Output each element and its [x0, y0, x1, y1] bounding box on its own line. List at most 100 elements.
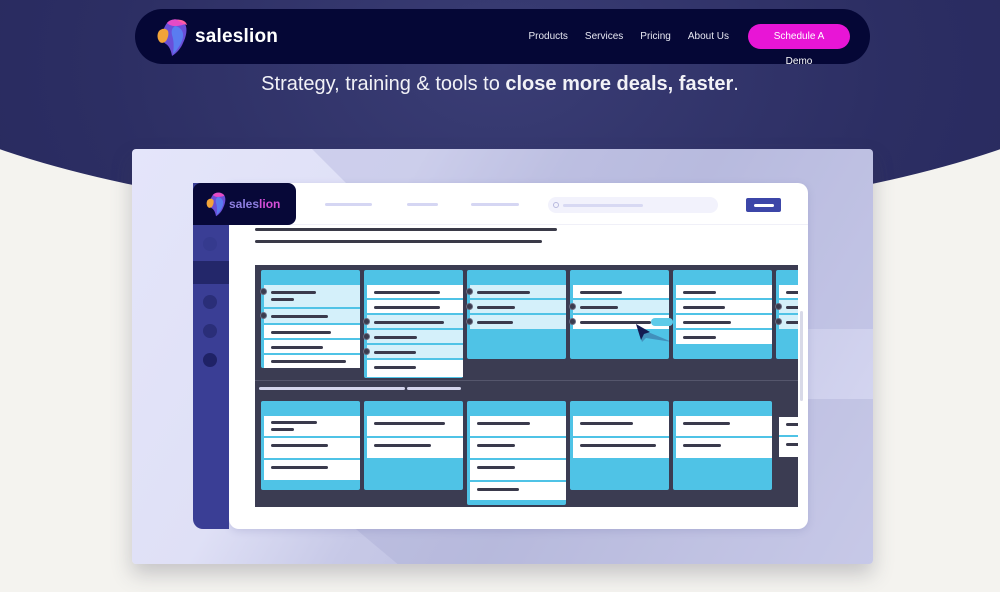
topbar-nav-item-3[interactable]: [471, 203, 519, 206]
badge-icon: [260, 312, 267, 319]
sidebar-icon-4[interactable]: [203, 353, 217, 367]
product-showcase: saleslion: [132, 149, 873, 564]
card-line: [477, 422, 530, 425]
deal-card[interactable]: [779, 285, 798, 300]
card-line: [683, 336, 716, 339]
sidebar-icon-1[interactable]: [203, 237, 217, 251]
app-logo-text-a: sales: [229, 197, 260, 211]
search-placeholder-line: [563, 203, 643, 207]
deal-card[interactable]: [367, 300, 463, 315]
deal-card[interactable]: [676, 315, 772, 330]
card-line: [374, 291, 440, 294]
brand[interactable]: saleslion: [155, 17, 278, 57]
nav-link-services[interactable]: Services: [585, 31, 623, 42]
card-line: [374, 366, 416, 369]
card-line: [786, 443, 798, 446]
button-label-line: [753, 203, 774, 207]
deal-card[interactable]: [264, 340, 360, 355]
badge-icon: [569, 303, 576, 310]
navbar: saleslion Products Services Pricing Abou…: [135, 9, 870, 67]
card-line: [786, 306, 798, 309]
tagline-bold: close more deals, faster: [505, 73, 734, 95]
search-icon: [553, 202, 559, 208]
badge-icon: [466, 318, 473, 325]
deal-card[interactable]: [264, 438, 360, 460]
card-line: [374, 321, 444, 324]
deal-card[interactable]: [569, 300, 669, 315]
card-line: [374, 444, 431, 447]
app-topbar: [229, 183, 808, 225]
badge-icon: [569, 318, 576, 325]
deal-card[interactable]: [470, 416, 566, 438]
page-subtitle-line: [255, 240, 542, 243]
deal-card[interactable]: [470, 482, 566, 502]
nav-link-products[interactable]: Products: [528, 31, 567, 42]
card-line: [683, 444, 721, 447]
app-window: [229, 183, 808, 529]
pipeline-column: [260, 270, 360, 368]
deal-card[interactable]: [775, 300, 798, 315]
deal-card[interactable]: [264, 355, 360, 368]
deal-card[interactable]: [775, 315, 798, 329]
app-logo-text-b: lion: [259, 197, 281, 211]
deal-card[interactable]: [466, 300, 566, 315]
nav-link-pricing[interactable]: Pricing: [640, 31, 671, 42]
deal-card[interactable]: [367, 416, 463, 438]
deal-card[interactable]: [363, 315, 463, 330]
tagline-prefix: Strategy, training & tools to: [261, 73, 506, 95]
topbar-nav-item-1[interactable]: [325, 203, 372, 206]
deal-card[interactable]: [779, 417, 798, 437]
deal-card[interactable]: [367, 360, 463, 377]
deal-card[interactable]: [676, 285, 772, 300]
deal-card[interactable]: [676, 300, 772, 315]
deal-card[interactable]: [676, 416, 772, 438]
deal-card[interactable]: [779, 437, 798, 457]
pipeline-column: [570, 401, 669, 490]
deal-card[interactable]: [367, 438, 463, 458]
deal-card[interactable]: [260, 285, 360, 309]
pipeline-column: [673, 270, 772, 359]
pipeline-column: [673, 401, 772, 490]
deal-card[interactable]: [260, 309, 360, 325]
badge-icon: [363, 333, 370, 340]
board-divider: [255, 380, 798, 381]
deal-card[interactable]: [676, 438, 772, 458]
card-line: [374, 351, 416, 354]
deal-card[interactable]: [573, 438, 669, 458]
search-input[interactable]: [548, 197, 718, 213]
card-line: [477, 306, 515, 309]
deal-card[interactable]: [573, 285, 669, 300]
nav-link-about-us[interactable]: About Us: [688, 31, 729, 42]
deal-card[interactable]: [264, 460, 360, 480]
sidebar-active-item[interactable]: [193, 261, 229, 284]
lion-logo-icon: [206, 192, 226, 217]
pipeline-column: [261, 401, 360, 490]
deal-card[interactable]: [573, 416, 669, 438]
deal-card[interactable]: [466, 315, 566, 329]
topbar-action-button[interactable]: [746, 198, 781, 212]
schedule-demo-button[interactable]: Schedule A Demo: [748, 24, 850, 67]
group-label-line: [407, 387, 461, 390]
pipeline-column: [775, 270, 798, 359]
pipeline-column: [467, 401, 566, 505]
brand-name: saleslion: [195, 25, 279, 47]
deal-card[interactable]: [470, 438, 566, 460]
card-line: [271, 331, 331, 334]
deal-card[interactable]: [367, 285, 463, 300]
deal-card[interactable]: [363, 330, 463, 345]
card-line: [271, 298, 294, 301]
app-logo: saleslion: [193, 183, 296, 225]
board-scrollbar[interactable]: [800, 311, 803, 401]
card-line: [271, 291, 316, 294]
sidebar-icon-2[interactable]: [203, 295, 217, 309]
deal-card[interactable]: [676, 330, 772, 344]
sidebar-icon-3[interactable]: [203, 324, 217, 338]
topbar-nav-item-2[interactable]: [407, 203, 438, 206]
deal-card[interactable]: [470, 460, 566, 482]
deal-card[interactable]: [466, 285, 566, 300]
deal-card[interactable]: [264, 325, 360, 340]
deal-card[interactable]: [363, 345, 463, 360]
card-line: [271, 466, 328, 469]
lion-logo-icon: [157, 18, 187, 56]
deal-card[interactable]: [264, 416, 360, 438]
